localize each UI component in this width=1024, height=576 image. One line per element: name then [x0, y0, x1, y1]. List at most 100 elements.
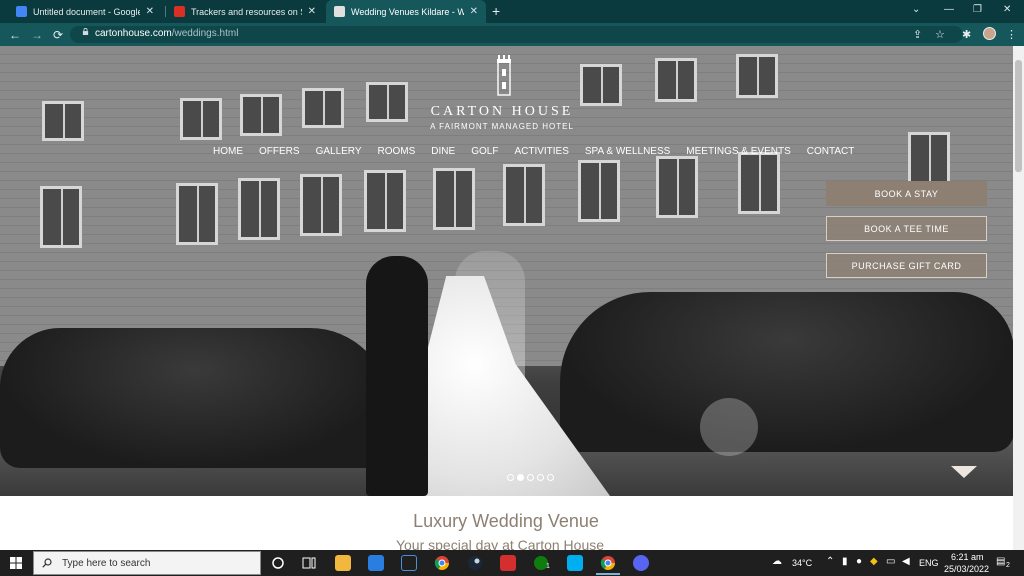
back-button[interactable]: ← [9, 28, 21, 42]
slider-dot-active[interactable] [517, 474, 524, 481]
dropbox-icon[interactable] [401, 555, 417, 571]
browser-menu-icon[interactable]: ⋮ [1006, 28, 1017, 41]
share-icon[interactable]: ⇪ [913, 28, 922, 41]
nav-activities[interactable]: ACTIVITIES [514, 146, 568, 157]
nav-meetings-events[interactable]: MEETINGS & EVENTS [686, 146, 790, 157]
nav-home[interactable]: HOME [213, 146, 243, 157]
usb-icon[interactable]: ▮ [842, 556, 848, 567]
weather-temperature[interactable]: 34°C [792, 558, 812, 568]
nav-dine[interactable]: DINE [431, 146, 455, 157]
site-navigation: HOME OFFERS GALLERY ROOMS DINE GOLF ACTI… [213, 146, 854, 157]
notifications-icon[interactable]: ▤ [996, 556, 1005, 567]
tab-close-icon[interactable]: ✕ [146, 6, 154, 17]
weather-cloud-icon[interactable]: ☁ [772, 556, 782, 567]
chevron-up-icon[interactable]: ⌃ [826, 556, 834, 567]
book-tee-time-button[interactable]: BOOK A TEE TIME [826, 216, 987, 241]
slider-dot[interactable] [527, 474, 534, 481]
facade-window [580, 64, 622, 106]
slider-dot[interactable] [537, 474, 544, 481]
office-icon[interactable] [500, 555, 516, 571]
cortana-icon[interactable] [270, 555, 286, 571]
facade-window [656, 156, 698, 218]
discord-icon[interactable] [633, 555, 649, 571]
taskbar-search-input[interactable]: Type here to search [33, 551, 261, 575]
carton-house-favicon-icon [334, 6, 345, 17]
bookmark-star-icon[interactable]: ☆ [935, 28, 945, 41]
tab-close-icon[interactable]: ✕ [308, 6, 316, 17]
mail-icon[interactable] [368, 555, 384, 571]
notification-count: 2 [1006, 562, 1010, 569]
google-docs-icon [16, 6, 27, 17]
facade-window [238, 178, 280, 240]
active-app-indicator [596, 573, 620, 575]
purchase-gift-card-button[interactable]: PURCHASE GIFT CARD [826, 253, 987, 278]
facade-window [503, 164, 545, 226]
nav-spa-wellness[interactable]: SPA & WELLNESS [585, 146, 670, 157]
windows-start-icon[interactable] [10, 557, 22, 569]
facade-window [176, 183, 218, 245]
facade-window [578, 160, 620, 222]
facade-window [40, 186, 82, 248]
profile-avatar[interactable] [983, 27, 996, 40]
tab-google-docs[interactable]: Untitled document - Google Docs ✕ [8, 0, 162, 23]
battery-icon[interactable]: ▭ [886, 556, 895, 567]
close-window-button[interactable]: ✕ [1003, 4, 1011, 15]
maximize-button[interactable]: ❐ [973, 4, 982, 15]
clock-date[interactable]: 25/03/2022 [944, 564, 989, 574]
groom-image [366, 256, 428, 496]
skype-icon[interactable] [567, 555, 583, 571]
file-explorer-icon[interactable] [335, 555, 351, 571]
tab-title: Trackers and resources on Set 1 - [191, 6, 302, 17]
scrollbar-thumb[interactable] [1015, 60, 1022, 172]
hedge-left-image [0, 328, 390, 468]
facade-window [736, 54, 778, 98]
microphone-icon[interactable]: ● [856, 556, 862, 567]
url-host: cartonhouse.com [95, 28, 172, 39]
task-view-icon[interactable] [301, 555, 317, 571]
steam-icon[interactable] [467, 555, 483, 571]
facade-window [433, 168, 475, 230]
facade-window [655, 58, 697, 102]
chrome-icon[interactable] [434, 555, 450, 571]
extensions-icon[interactable]: ✱ [962, 28, 971, 41]
nav-offers[interactable]: OFFERS [259, 146, 300, 157]
tab-close-icon[interactable]: ✕ [470, 6, 478, 17]
nav-contact[interactable]: CONTACT [807, 146, 855, 157]
lock-icon[interactable] [82, 28, 89, 35]
forward-button[interactable]: → [31, 28, 43, 42]
chrome-active-icon[interactable] [600, 555, 616, 571]
logo-tagline: A FAIRMONT MANAGED HOTEL [430, 122, 574, 131]
nav-gallery[interactable]: GALLERY [316, 146, 362, 157]
hedge-right-image [560, 292, 1014, 452]
nav-golf[interactable]: GOLF [471, 146, 498, 157]
speaker-icon[interactable]: ◀ [902, 556, 910, 567]
app-tray-icon[interactable]: ◆ [870, 556, 878, 567]
facade-window [364, 170, 406, 232]
search-icon [42, 558, 52, 568]
tab-trackers[interactable]: Trackers and resources on Set 1 - ✕ [166, 0, 324, 23]
tab-search-icon[interactable]: ⌄ [912, 4, 920, 15]
slider-dot[interactable] [547, 474, 554, 481]
nav-rooms[interactable]: ROOMS [378, 146, 416, 157]
new-tab-button[interactable]: + [492, 3, 500, 19]
minimize-button[interactable]: — [944, 4, 954, 15]
input-language[interactable]: ENG [919, 558, 939, 568]
clock-time[interactable]: 6:21 am [951, 552, 984, 562]
tab-title: Wedding Venues Kildare - Wedd [351, 6, 464, 17]
xbox-badge: 1 [546, 563, 550, 570]
page-heading: Luxury Wedding Venue [413, 511, 599, 531]
facade-window [908, 132, 950, 184]
url-text[interactable]: cartonhouse.com/weddings.html [95, 28, 238, 39]
tab-wedding-venues[interactable]: Wedding Venues Kildare - Wedd ✕ [326, 0, 486, 23]
trackers-favicon-icon [174, 6, 185, 17]
url-path: /weddings.html [171, 28, 239, 39]
reload-button[interactable]: ⟳ [53, 28, 63, 42]
facade-window [300, 174, 342, 236]
tab-title: Untitled document - Google Docs [33, 6, 140, 17]
scroll-down-arrow-icon[interactable] [951, 466, 977, 478]
logo-wordmark[interactable]: CARTON HOUSE [0, 104, 1004, 120]
slider-dot[interactable] [507, 474, 514, 481]
book-stay-button[interactable]: BOOK A STAY [826, 181, 987, 206]
lens-flare-image [700, 398, 758, 456]
carton-house-tower-icon[interactable] [494, 54, 514, 96]
